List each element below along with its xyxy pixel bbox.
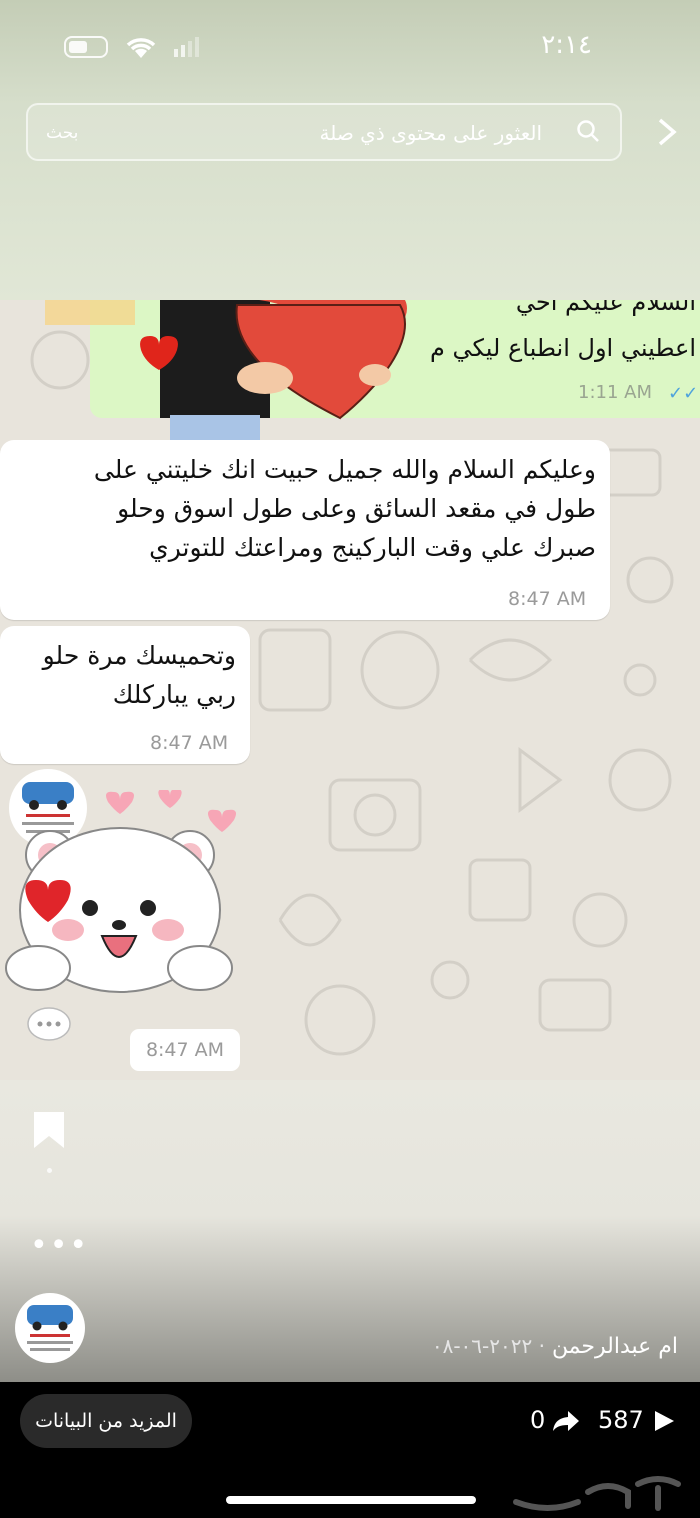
wifi-icon <box>126 38 156 58</box>
incoming-message-1: وعليكم السلام والله جميل حبيت انك خليتني… <box>0 440 610 620</box>
shares-count: 0 <box>530 1406 546 1434</box>
text-line: طول في مقعد السائق وعلى طول اسوق وحلو <box>117 494 596 523</box>
outgoing-line-1: السلام عليكم اخي <box>515 300 696 316</box>
views-count: 587 <box>598 1406 644 1434</box>
text-line: صبرك علي وقت الباركينج ومراعتك للتوتري <box>149 533 596 562</box>
sticker-time: 8:47 AM <box>130 1029 240 1071</box>
incoming-message-2-text: وتحميسك مرة حلو ربي يباركلك <box>0 626 250 714</box>
bear-sticker <box>5 790 236 993</box>
double-check-icon: ✓✓ <box>668 383 699 404</box>
search-placeholder: العثور على محتوى ذي صلة <box>319 121 542 145</box>
message-time: 8:47 AM <box>508 588 587 610</box>
message-time: 8:47 AM <box>150 732 229 754</box>
chevron-right-icon[interactable] <box>652 112 682 152</box>
incoming-message-2: وتحميسك مرة حلو ربي يباركلك 8:47 AM <box>0 626 250 764</box>
play-icon <box>655 1411 674 1431</box>
author-avatar[interactable] <box>18 1296 82 1360</box>
battery-icon <box>64 36 108 58</box>
incoming-message-1-text: وعليكم السلام والله جميل حبيت انك خليتني… <box>0 440 610 567</box>
haraj-logo <box>513 1476 681 1511</box>
signal-icon <box>174 37 199 57</box>
share-icon[interactable] <box>552 1409 580 1433</box>
status-icons <box>64 34 199 60</box>
message-time: 1:11 AM <box>578 382 652 403</box>
more-data-button[interactable]: المزيد من البيانات <box>20 1394 192 1448</box>
post-author-line: ام عبدالرحمن · ٢٠٢٢-٠٦-٠٨ <box>431 1334 678 1359</box>
author-name[interactable]: ام عبدالرحمن <box>552 1334 678 1359</box>
home-indicator[interactable] <box>226 1496 476 1504</box>
chat-screenshot: السلام عليكم اخي اعطيني اول انطباع ليكي … <box>0 300 700 1080</box>
indicator-dot <box>47 1168 52 1173</box>
status-time: ٢:١٤ <box>541 30 592 60</box>
text-line: وعليكم السلام والله جميل حبيت انك خليتني… <box>93 455 596 484</box>
bookmark-icon[interactable] <box>32 1110 66 1150</box>
search-bar[interactable]: بحث العثور على محتوى ذي صلة <box>26 103 622 161</box>
text-line: ربي يباركلك <box>112 680 236 709</box>
text-line: وتحميسك مرة حلو <box>42 641 236 670</box>
more-options-icon[interactable]: ••• <box>30 1228 89 1263</box>
post-date: ٢٠٢٢-٠٦-٠٨ <box>431 1334 533 1358</box>
search-icon <box>577 120 599 142</box>
couple-heart-image <box>140 300 407 440</box>
sticker-fragment <box>45 300 135 325</box>
outgoing-line-2: اعطيني اول انطباع ليكي م <box>430 334 696 362</box>
search-button[interactable]: بحث <box>46 123 78 143</box>
comment-bubble-icon <box>27 1007 71 1041</box>
